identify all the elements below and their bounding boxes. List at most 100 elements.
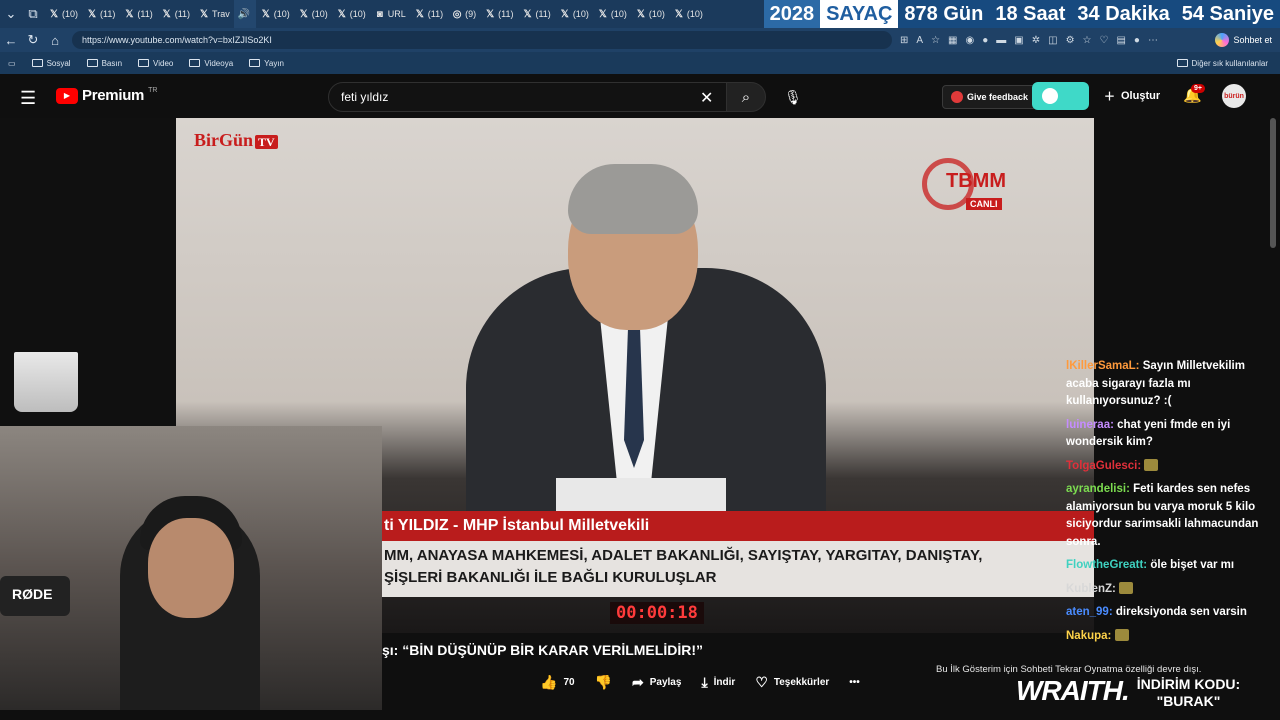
browser-tab[interactable]: 𝕏 (10) bbox=[294, 0, 332, 28]
url-bar[interactable]: https://www.youtube.com/watch?v=bxIZJISo… bbox=[72, 31, 892, 49]
profile-icon[interactable]: ● bbox=[1134, 35, 1140, 46]
notification-badge: 9+ bbox=[1191, 84, 1205, 93]
browser-tab[interactable]: 𝕏 (11) bbox=[82, 0, 119, 28]
split-screen-icon[interactable]: ◫ bbox=[1048, 35, 1057, 46]
chat-username[interactable]: Nakupa: bbox=[1066, 630, 1111, 642]
tab-label: (10) bbox=[610, 9, 627, 19]
folder-icon bbox=[86, 59, 98, 67]
browser-tab[interactable]: 𝕏 (10) bbox=[631, 0, 669, 28]
lower-third-name: ti YILDIZ - MHP İstanbul Milletvekili bbox=[382, 511, 1094, 541]
tab-list: 𝕏 (10) 𝕏 (11) 𝕏 (11) 𝕏 (11) 𝕏 Trav 🔊 𝕏 (10) 𝕏 (10) 𝕏 (10… bbox=[44, 0, 707, 28]
reload-icon[interactable]: ↻ bbox=[22, 29, 44, 51]
voice-search-mic-icon[interactable]: 🎙 bbox=[778, 82, 808, 112]
chat-username[interactable]: FlowtheGreatt: bbox=[1066, 559, 1147, 571]
extension-icon[interactable]: ▦ bbox=[948, 35, 957, 46]
tab-label: (10) bbox=[686, 9, 703, 19]
browser-tab[interactable]: 🔊 bbox=[233, 0, 256, 28]
tab-label: (9) bbox=[465, 9, 477, 19]
youtube-premium-logo[interactable]: ▶ Premium TR bbox=[56, 87, 157, 104]
extensions-puzzle-icon[interactable]: ✲ bbox=[1032, 35, 1040, 46]
toggle-knob bbox=[1042, 88, 1058, 104]
counter-minutes: 34 Dakika bbox=[1071, 0, 1176, 28]
favorite-star-icon[interactable]: ☆ bbox=[931, 35, 940, 46]
extension-icon[interactable]: ● bbox=[982, 35, 988, 46]
download-button[interactable]: ⤓ İndir bbox=[701, 674, 735, 691]
give-feedback-button[interactable]: Give feedback bbox=[942, 85, 1038, 109]
chat-username[interactable]: lKillerSamaL: bbox=[1066, 360, 1140, 372]
avatar[interactable]: bürün bbox=[1222, 84, 1246, 108]
tab-label: (10) bbox=[273, 9, 290, 19]
thanks-button[interactable]: ♡ Teşekkürler bbox=[755, 674, 829, 691]
share-icon: ➦ bbox=[632, 674, 644, 690]
copilot-icon bbox=[1215, 33, 1230, 47]
youtube-play-icon: ▶ bbox=[56, 87, 78, 104]
tab-list-icon[interactable]: ⌄ bbox=[0, 3, 22, 25]
home-icon[interactable]: ⌂ bbox=[44, 29, 66, 51]
more-icon[interactable]: ⋯ bbox=[1148, 35, 1158, 46]
plus-icon: ＋ bbox=[1104, 91, 1115, 103]
bookmark-folder-video[interactable]: Video bbox=[130, 59, 181, 68]
chat-username[interactable]: ayrandelisi: bbox=[1066, 483, 1130, 495]
browser-tab[interactable]: ◎ (9) bbox=[447, 0, 480, 28]
insta-icon: ◎ bbox=[452, 8, 462, 20]
more-actions-button[interactable]: ••• bbox=[849, 677, 860, 688]
hamburger-menu-icon[interactable]: ☰ bbox=[20, 88, 36, 109]
bookmarks-menu-icon[interactable]: ▭ bbox=[0, 59, 24, 68]
bookmark-folder-yayin[interactable]: Yayın bbox=[241, 59, 292, 68]
bookmark-folder-videoya[interactable]: Videoya bbox=[181, 59, 241, 68]
extension-icon[interactable]: ▣ bbox=[1014, 35, 1023, 46]
favorites-icon[interactable]: ☆ bbox=[1083, 35, 1092, 46]
copilot-chat-button[interactable]: Sohbet et bbox=[1215, 31, 1272, 49]
extension-icon[interactable]: ◉ bbox=[965, 35, 974, 46]
chat-username[interactable]: aten_99: bbox=[1066, 606, 1113, 618]
back-icon[interactable]: ← bbox=[0, 29, 22, 51]
app-available-icon[interactable]: ⊞ bbox=[900, 35, 908, 46]
workspaces-icon[interactable]: ⧉ bbox=[22, 3, 44, 25]
browser-tab[interactable]: 𝕏 (11) bbox=[517, 0, 554, 28]
browser-tab[interactable]: 𝕏 (11) bbox=[410, 0, 447, 28]
collections-icon[interactable]: ▤ bbox=[1116, 35, 1125, 46]
read-aloud-icon[interactable]: A bbox=[916, 35, 923, 46]
clear-search-icon[interactable]: ✕ bbox=[700, 88, 713, 108]
browser-tab[interactable]: 𝕏 (11) bbox=[119, 0, 156, 28]
counter-label: SAYAÇ bbox=[820, 0, 899, 28]
folder-icon bbox=[138, 59, 150, 67]
browser-tab[interactable]: 𝕏 (11) bbox=[480, 0, 517, 28]
create-button[interactable]: ＋ Oluştur bbox=[1104, 88, 1160, 104]
share-button[interactable]: ➦ Paylaş bbox=[632, 674, 681, 691]
page-scrollbar[interactable] bbox=[1270, 118, 1276, 248]
search-button[interactable]: ⌕ bbox=[726, 82, 766, 112]
search-input[interactable]: feti yıldız bbox=[328, 82, 728, 112]
browser-tab[interactable]: 𝕏 (10) bbox=[593, 0, 631, 28]
browser-essentials-icon[interactable]: ♡ bbox=[1100, 35, 1109, 46]
chat-username[interactable]: luineraa: bbox=[1066, 419, 1114, 431]
dislike-button[interactable]: 👎 bbox=[595, 674, 612, 691]
bookmark-folder-basin[interactable]: Basın bbox=[79, 59, 130, 68]
tab-label: (11) bbox=[498, 9, 514, 19]
browser-tab[interactable]: 𝕏 (10) bbox=[332, 0, 370, 28]
birgun-tv-logo: BirGün TV bbox=[194, 130, 278, 151]
browser-tab[interactable]: 𝕏 (10) bbox=[44, 0, 82, 28]
settings-icon[interactable]: ⚙ bbox=[1066, 35, 1075, 46]
browser-tab[interactable]: ◙ URL bbox=[370, 0, 410, 28]
tab-label: (11) bbox=[174, 9, 191, 19]
extension-toggle[interactable] bbox=[1032, 82, 1089, 110]
like-button[interactable]: 👍 70 bbox=[540, 674, 575, 691]
bookmark-folder-sosyal[interactable]: Sosyal bbox=[24, 59, 79, 68]
browser-tab[interactable]: 𝕏 (10) bbox=[555, 0, 593, 28]
browser-tab[interactable]: 𝕏 (10) bbox=[256, 0, 294, 28]
other-favorites[interactable]: Diğer sık kullanılanlar bbox=[1176, 59, 1268, 68]
tab-label: Trav bbox=[212, 9, 230, 19]
chat-message: ayrandelisi: Feti kardes sen nefes alami… bbox=[1066, 481, 1266, 551]
notifications-bell-icon[interactable]: 🔔 9+ bbox=[1183, 84, 1205, 104]
browser-tab[interactable]: 𝕏 Trav bbox=[194, 0, 234, 28]
emote-icon bbox=[1119, 582, 1134, 595]
browser-tab[interactable]: 𝕏 (10) bbox=[669, 0, 707, 28]
lower-third-agenda: MM, ANAYASA MAHKEMESİ, ADALET BAKANLIĞI,… bbox=[382, 541, 1094, 597]
browser-tab[interactable]: 𝕏 (11) bbox=[157, 0, 194, 28]
folder-icon bbox=[31, 59, 43, 67]
download-icon: ⤓ bbox=[701, 674, 708, 690]
chat-username[interactable]: TolgaGulesci: bbox=[1066, 460, 1141, 472]
extension-icon[interactable]: ▬ bbox=[996, 35, 1006, 46]
chat-username[interactable]: KublenZ: bbox=[1066, 583, 1116, 595]
